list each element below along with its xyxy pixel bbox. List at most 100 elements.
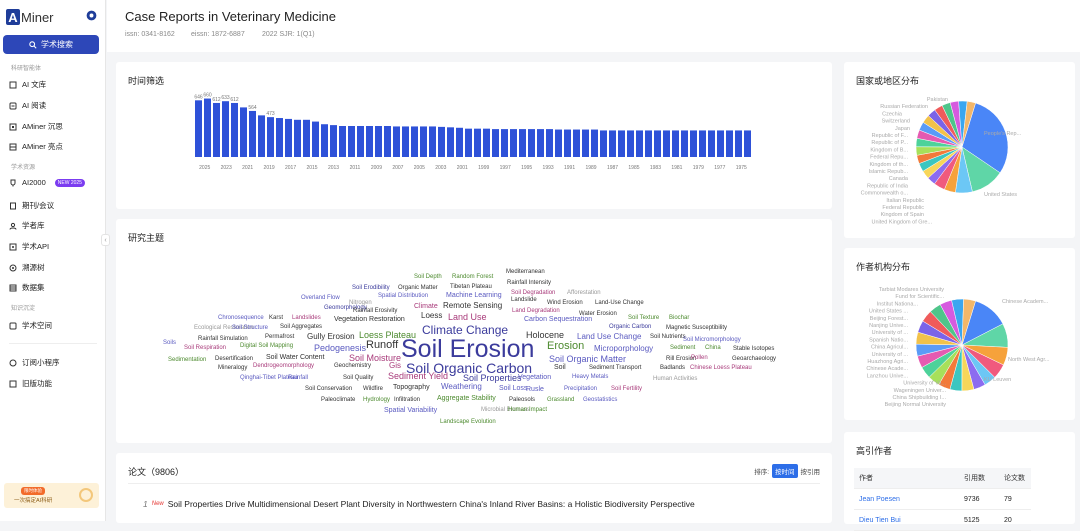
histogram-bar[interactable] bbox=[735, 130, 742, 157]
histogram-bar[interactable] bbox=[384, 126, 391, 157]
topic-word[interactable]: Landscape Evolution bbox=[440, 419, 496, 425]
topic-word[interactable]: Soil Quality bbox=[343, 375, 373, 381]
country-pie-chart[interactable]: PakistanRussian FederationCzechia Switzer… bbox=[844, 62, 1075, 238]
topic-word[interactable]: Chronosequence bbox=[218, 315, 264, 321]
topic-word[interactable]: Pollen bbox=[691, 355, 708, 361]
topic-word[interactable]: Spatial Variability bbox=[384, 407, 437, 414]
topic-word[interactable]: Dendrogeomorphology bbox=[253, 363, 314, 369]
histogram-bar[interactable] bbox=[510, 129, 517, 157]
histogram-bar[interactable] bbox=[708, 130, 715, 157]
histogram-bar[interactable] bbox=[564, 129, 571, 157]
topic-word[interactable]: Sediment Transport bbox=[589, 365, 641, 371]
topic-word[interactable]: Soil Nutrients bbox=[650, 334, 686, 340]
histogram-bar[interactable] bbox=[285, 118, 292, 157]
topic-word[interactable]: Badlands bbox=[660, 365, 685, 371]
histogram-bar[interactable] bbox=[681, 130, 688, 157]
topic-word[interactable]: Wildfire bbox=[363, 386, 383, 392]
histogram-bar[interactable] bbox=[456, 127, 463, 157]
topic-word[interactable]: Tibetan Plateau bbox=[450, 284, 492, 290]
histogram-bar[interactable] bbox=[321, 124, 328, 157]
topic-word[interactable]: Pedogenesis bbox=[314, 344, 366, 353]
topic-word[interactable]: Soil bbox=[554, 364, 566, 371]
topic-word[interactable]: Loess bbox=[421, 312, 442, 320]
histogram-bar[interactable] bbox=[411, 126, 418, 157]
topic-word[interactable]: Runoff bbox=[366, 340, 398, 351]
histogram-bar[interactable] bbox=[528, 129, 535, 157]
histogram-bar[interactable] bbox=[312, 121, 319, 157]
topic-word[interactable]: Paleoclimate bbox=[321, 397, 355, 403]
topic-word[interactable]: Precipitation bbox=[564, 386, 597, 392]
topic-word[interactable]: Aggregate Stability bbox=[437, 395, 496, 402]
topic-word[interactable]: China bbox=[705, 345, 721, 351]
topic-word[interactable]: Rainfall Simulation bbox=[198, 336, 248, 342]
histogram-bar[interactable] bbox=[420, 126, 427, 157]
histogram-bar[interactable] bbox=[573, 129, 580, 157]
topic-word[interactable]: Biochar bbox=[669, 315, 689, 321]
histogram-bar[interactable] bbox=[672, 130, 679, 157]
sidebar-item-trace-tree[interactable]: 溯源树 bbox=[9, 262, 45, 273]
topic-word[interactable]: Vegetation Restoration bbox=[334, 316, 405, 323]
histogram-bar[interactable] bbox=[258, 115, 265, 157]
histogram-bar[interactable] bbox=[555, 129, 562, 157]
histogram-bar[interactable] bbox=[330, 125, 337, 157]
histogram-bar[interactable] bbox=[537, 129, 544, 157]
promo-banner[interactable]: 限时体验 一次搞定AI科研 bbox=[4, 483, 99, 508]
histogram-bar[interactable] bbox=[591, 129, 598, 157]
author-name[interactable]: Jean Poesen bbox=[854, 496, 964, 503]
topic-word[interactable]: Soil Aggregates bbox=[280, 324, 322, 330]
topic-word[interactable]: Soil Texture bbox=[628, 315, 659, 321]
histogram-bar[interactable] bbox=[213, 102, 220, 157]
histogram-bar[interactable] bbox=[375, 126, 382, 157]
sidebar-item-aminer-highlights[interactable]: AMiner 亮点 bbox=[9, 141, 63, 152]
histogram-bar[interactable] bbox=[429, 126, 436, 157]
histogram-bar[interactable] bbox=[303, 119, 310, 157]
topic-word[interactable]: Remote Sensing bbox=[443, 302, 502, 310]
topic-word[interactable]: Rainfall Erosivity bbox=[353, 308, 397, 314]
topic-word[interactable]: Organic Matter bbox=[398, 285, 438, 291]
histogram-bar[interactable] bbox=[357, 126, 364, 157]
histogram-bar[interactable] bbox=[717, 130, 724, 157]
topic-word[interactable]: Overland Flow bbox=[301, 295, 340, 301]
sidebar-item-academic-space[interactable]: 学术空间 bbox=[9, 320, 52, 331]
histogram-bar[interactable] bbox=[231, 102, 238, 157]
topic-word[interactable]: Soil Structure bbox=[232, 325, 268, 331]
topic-word[interactable]: Rainfall Intensity bbox=[507, 280, 551, 286]
topic-word[interactable]: Soil Conservation bbox=[305, 386, 352, 392]
sidebar-item-ai-library[interactable]: AI 文库 bbox=[9, 79, 46, 90]
topic-word[interactable]: Gully Erosion bbox=[307, 333, 355, 341]
topic-word[interactable]: Heavy Metals bbox=[572, 374, 608, 380]
histogram-bar[interactable] bbox=[645, 130, 652, 157]
histogram-bar[interactable] bbox=[492, 129, 499, 157]
topic-word[interactable]: Landslide bbox=[511, 297, 537, 303]
histogram-bar[interactable] bbox=[636, 130, 643, 157]
histogram-bar[interactable] bbox=[294, 119, 301, 157]
histogram-bar[interactable] bbox=[393, 126, 400, 157]
topic-word[interactable]: Soil Respiration bbox=[184, 345, 226, 351]
topic-word[interactable]: Soil Erosion bbox=[401, 337, 534, 362]
topic-word[interactable]: Land-Use Change bbox=[595, 300, 644, 306]
histogram-bar[interactable] bbox=[204, 98, 211, 157]
histogram-bar[interactable] bbox=[249, 110, 256, 157]
histogram-bar[interactable] bbox=[744, 130, 751, 157]
histogram-bar[interactable] bbox=[366, 126, 373, 157]
topic-word[interactable]: Soil Degradation bbox=[511, 290, 555, 296]
topic-word[interactable]: Afforestation bbox=[567, 290, 601, 296]
topic-word[interactable]: Soil Micromorphology bbox=[683, 337, 741, 343]
histogram-bar[interactable] bbox=[447, 127, 454, 157]
topic-word[interactable]: Human Activities bbox=[653, 376, 697, 382]
histogram-bar[interactable] bbox=[222, 101, 229, 157]
topic-word[interactable]: Land Use Change bbox=[577, 333, 642, 341]
histogram-bar[interactable] bbox=[582, 129, 589, 157]
topic-word[interactable]: Weathering bbox=[441, 383, 482, 391]
topic-word[interactable]: Grassland bbox=[547, 397, 574, 403]
topic-word[interactable]: Mineralogy bbox=[218, 365, 247, 371]
topic-word[interactable]: Karst bbox=[269, 315, 283, 321]
histogram-bar[interactable] bbox=[240, 107, 247, 157]
topic-word[interactable]: Mediterranean bbox=[506, 269, 545, 275]
topic-word[interactable]: Sedimentation bbox=[168, 357, 206, 363]
topic-word[interactable]: Microporphology bbox=[594, 345, 653, 353]
author-name[interactable]: Dieu Tien Bui bbox=[854, 517, 964, 524]
topic-word[interactable]: Soil Organic Matter bbox=[549, 355, 626, 364]
histogram-bar[interactable] bbox=[276, 118, 283, 157]
histogram-bar[interactable] bbox=[195, 100, 202, 157]
